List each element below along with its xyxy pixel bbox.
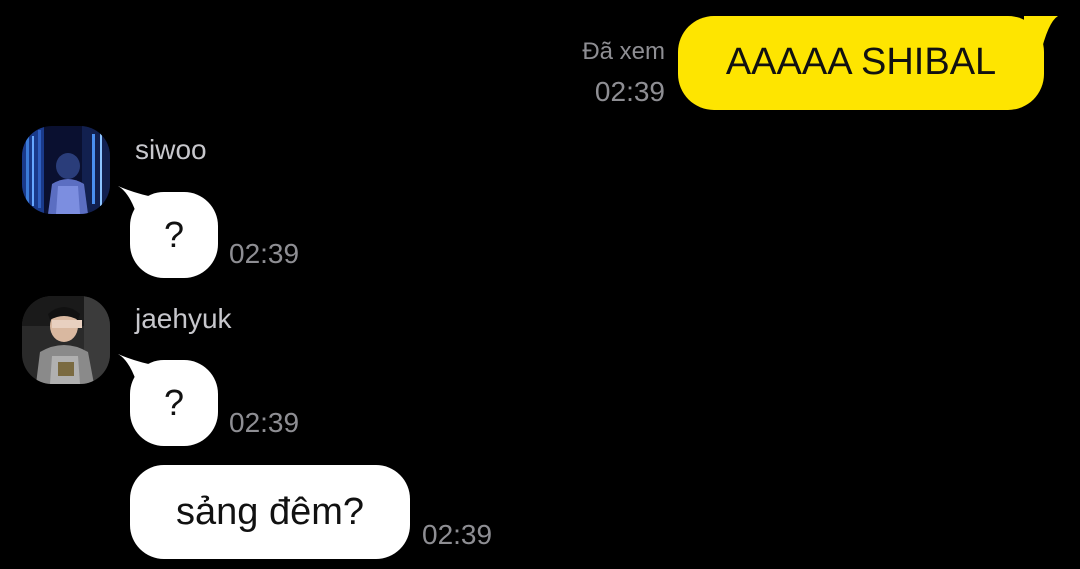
incoming-message-bubble[interactable]: ?	[130, 360, 218, 446]
photo-avatar-dark	[22, 296, 110, 384]
sender-name: siwoo	[135, 134, 207, 165]
outgoing-message-text: AAAAA SHIBAL	[725, 40, 997, 83]
message-text: sảng đêm?	[175, 490, 364, 533]
incoming-message-bubble[interactable]: sảng đêm?	[130, 465, 410, 559]
message-timestamp: 02:39	[229, 407, 300, 438]
message-timestamp: 02:39	[422, 519, 493, 550]
outgoing-message-bubble[interactable]: AAAAA SHIBAL	[678, 16, 1044, 110]
avatar-siwoo[interactable]	[22, 126, 110, 214]
avatar-jaehyuk[interactable]	[22, 296, 110, 384]
sender-name: jaehyuk	[135, 303, 232, 334]
read-status: Đã xem	[582, 38, 665, 65]
message-timestamp: 02:39	[229, 238, 300, 269]
outgoing-timestamp: 02:39	[594, 76, 665, 107]
photo-avatar-blue	[22, 126, 110, 214]
message-text: ?	[163, 382, 185, 423]
incoming-message-bubble[interactable]: ?	[130, 192, 218, 278]
message-text: ?	[163, 214, 185, 255]
